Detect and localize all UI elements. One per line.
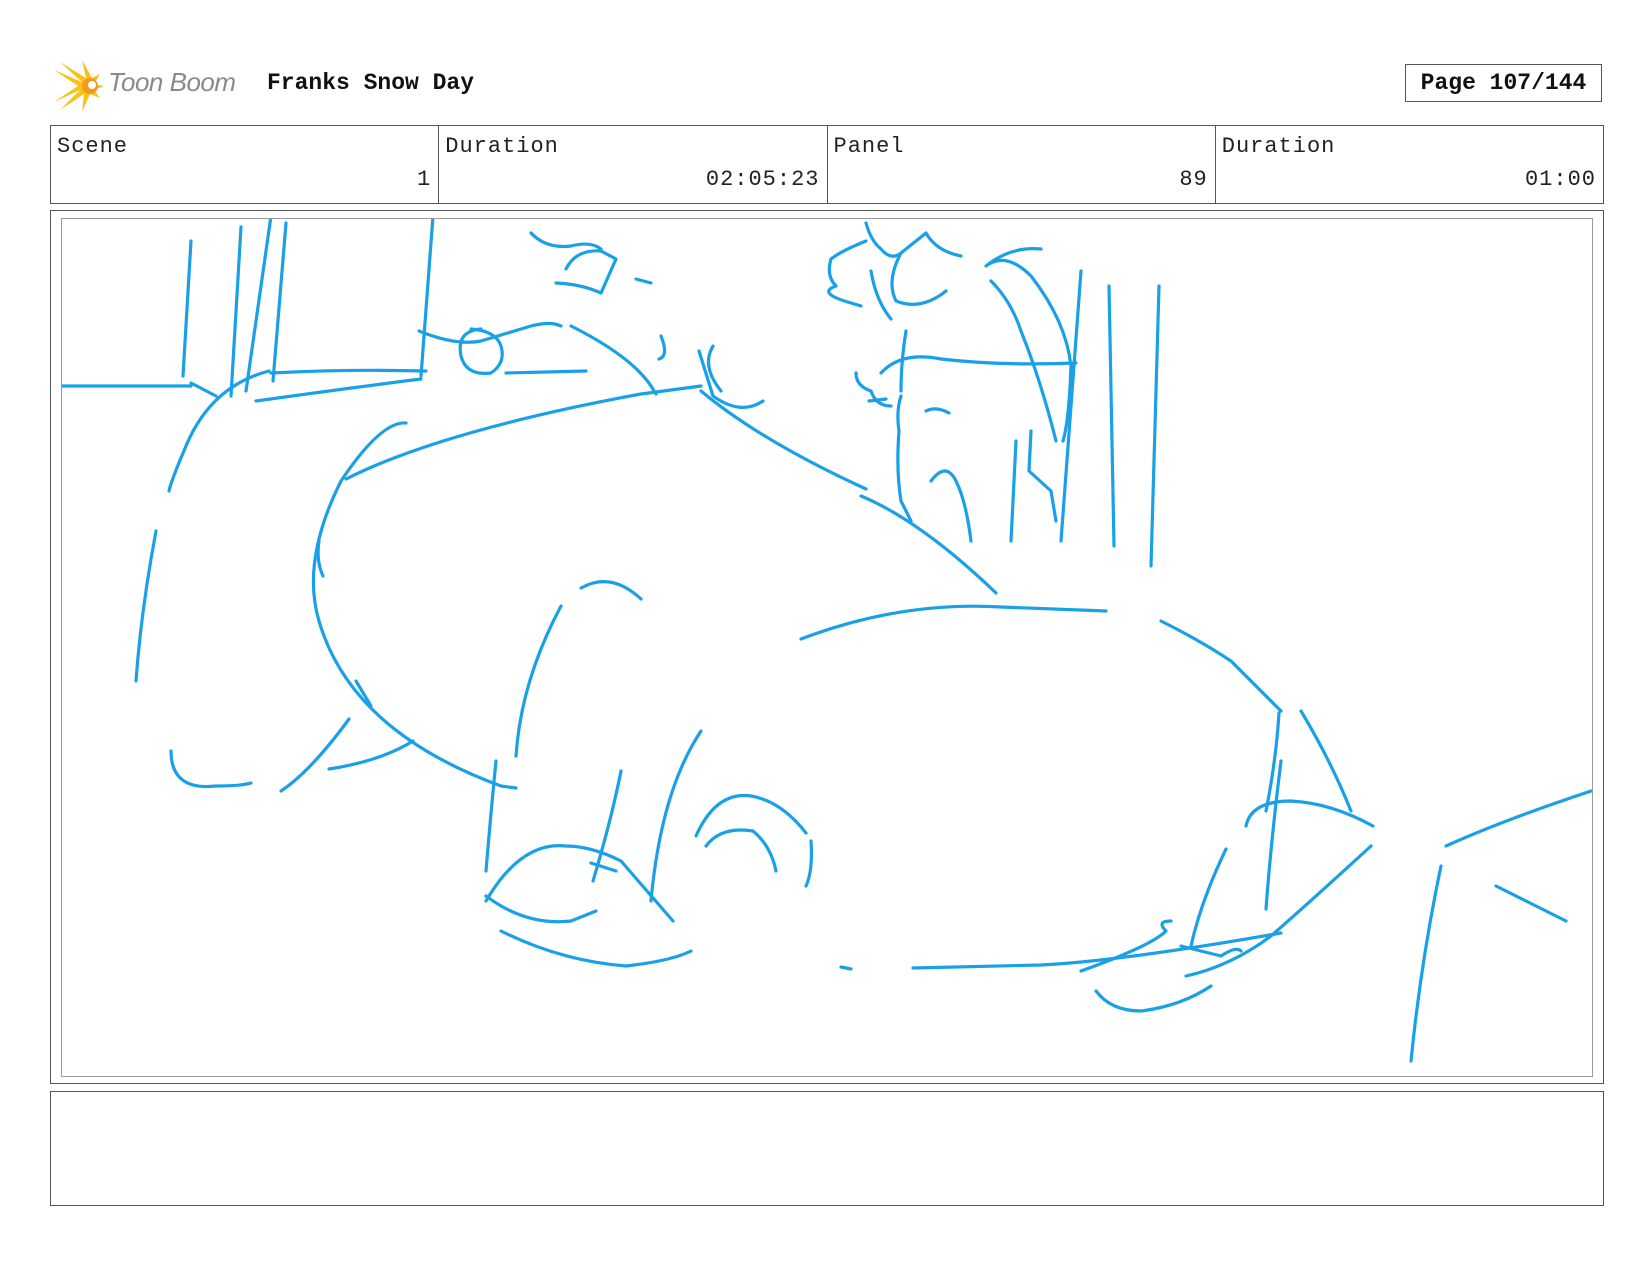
starburst-logo-icon (54, 60, 104, 112)
page-counter-label: Page 107/144 (1420, 70, 1587, 96)
panel-value: 89 (1179, 167, 1208, 192)
panel-label: Panel (833, 134, 905, 159)
page-counter: Page 107/144 (1405, 64, 1602, 102)
panel-duration-cell: Duration 01:00 (1216, 126, 1603, 203)
panel-sketch (62, 219, 1592, 1063)
panel-duration-label: Duration (1221, 134, 1336, 159)
panel-info-row: Scene 1 Duration 02:05:23 Panel 89 Durat… (50, 125, 1604, 204)
panel-image-area (61, 218, 1593, 1077)
scene-label: Scene (57, 134, 129, 159)
scene-cell: Scene 1 (51, 126, 440, 203)
logo-wordmark: Toon Boom (108, 67, 236, 97)
project-title: Franks Snow Day (267, 70, 475, 96)
panel-notes (50, 1091, 1604, 1206)
scene-duration-label: Duration (445, 134, 559, 159)
storyboard-header: Toon Boom Franks Snow Day (52, 58, 1604, 114)
scene-duration-cell: Duration 02:05:23 (439, 126, 828, 203)
panel-cell: Panel 89 (828, 126, 1216, 203)
panel-duration-value: 01:00 (1524, 167, 1596, 192)
scene-value: 1 (417, 167, 432, 192)
toon-boom-logo: Toon Boom (52, 58, 252, 114)
scene-duration-value: 02:05:23 (705, 167, 820, 192)
